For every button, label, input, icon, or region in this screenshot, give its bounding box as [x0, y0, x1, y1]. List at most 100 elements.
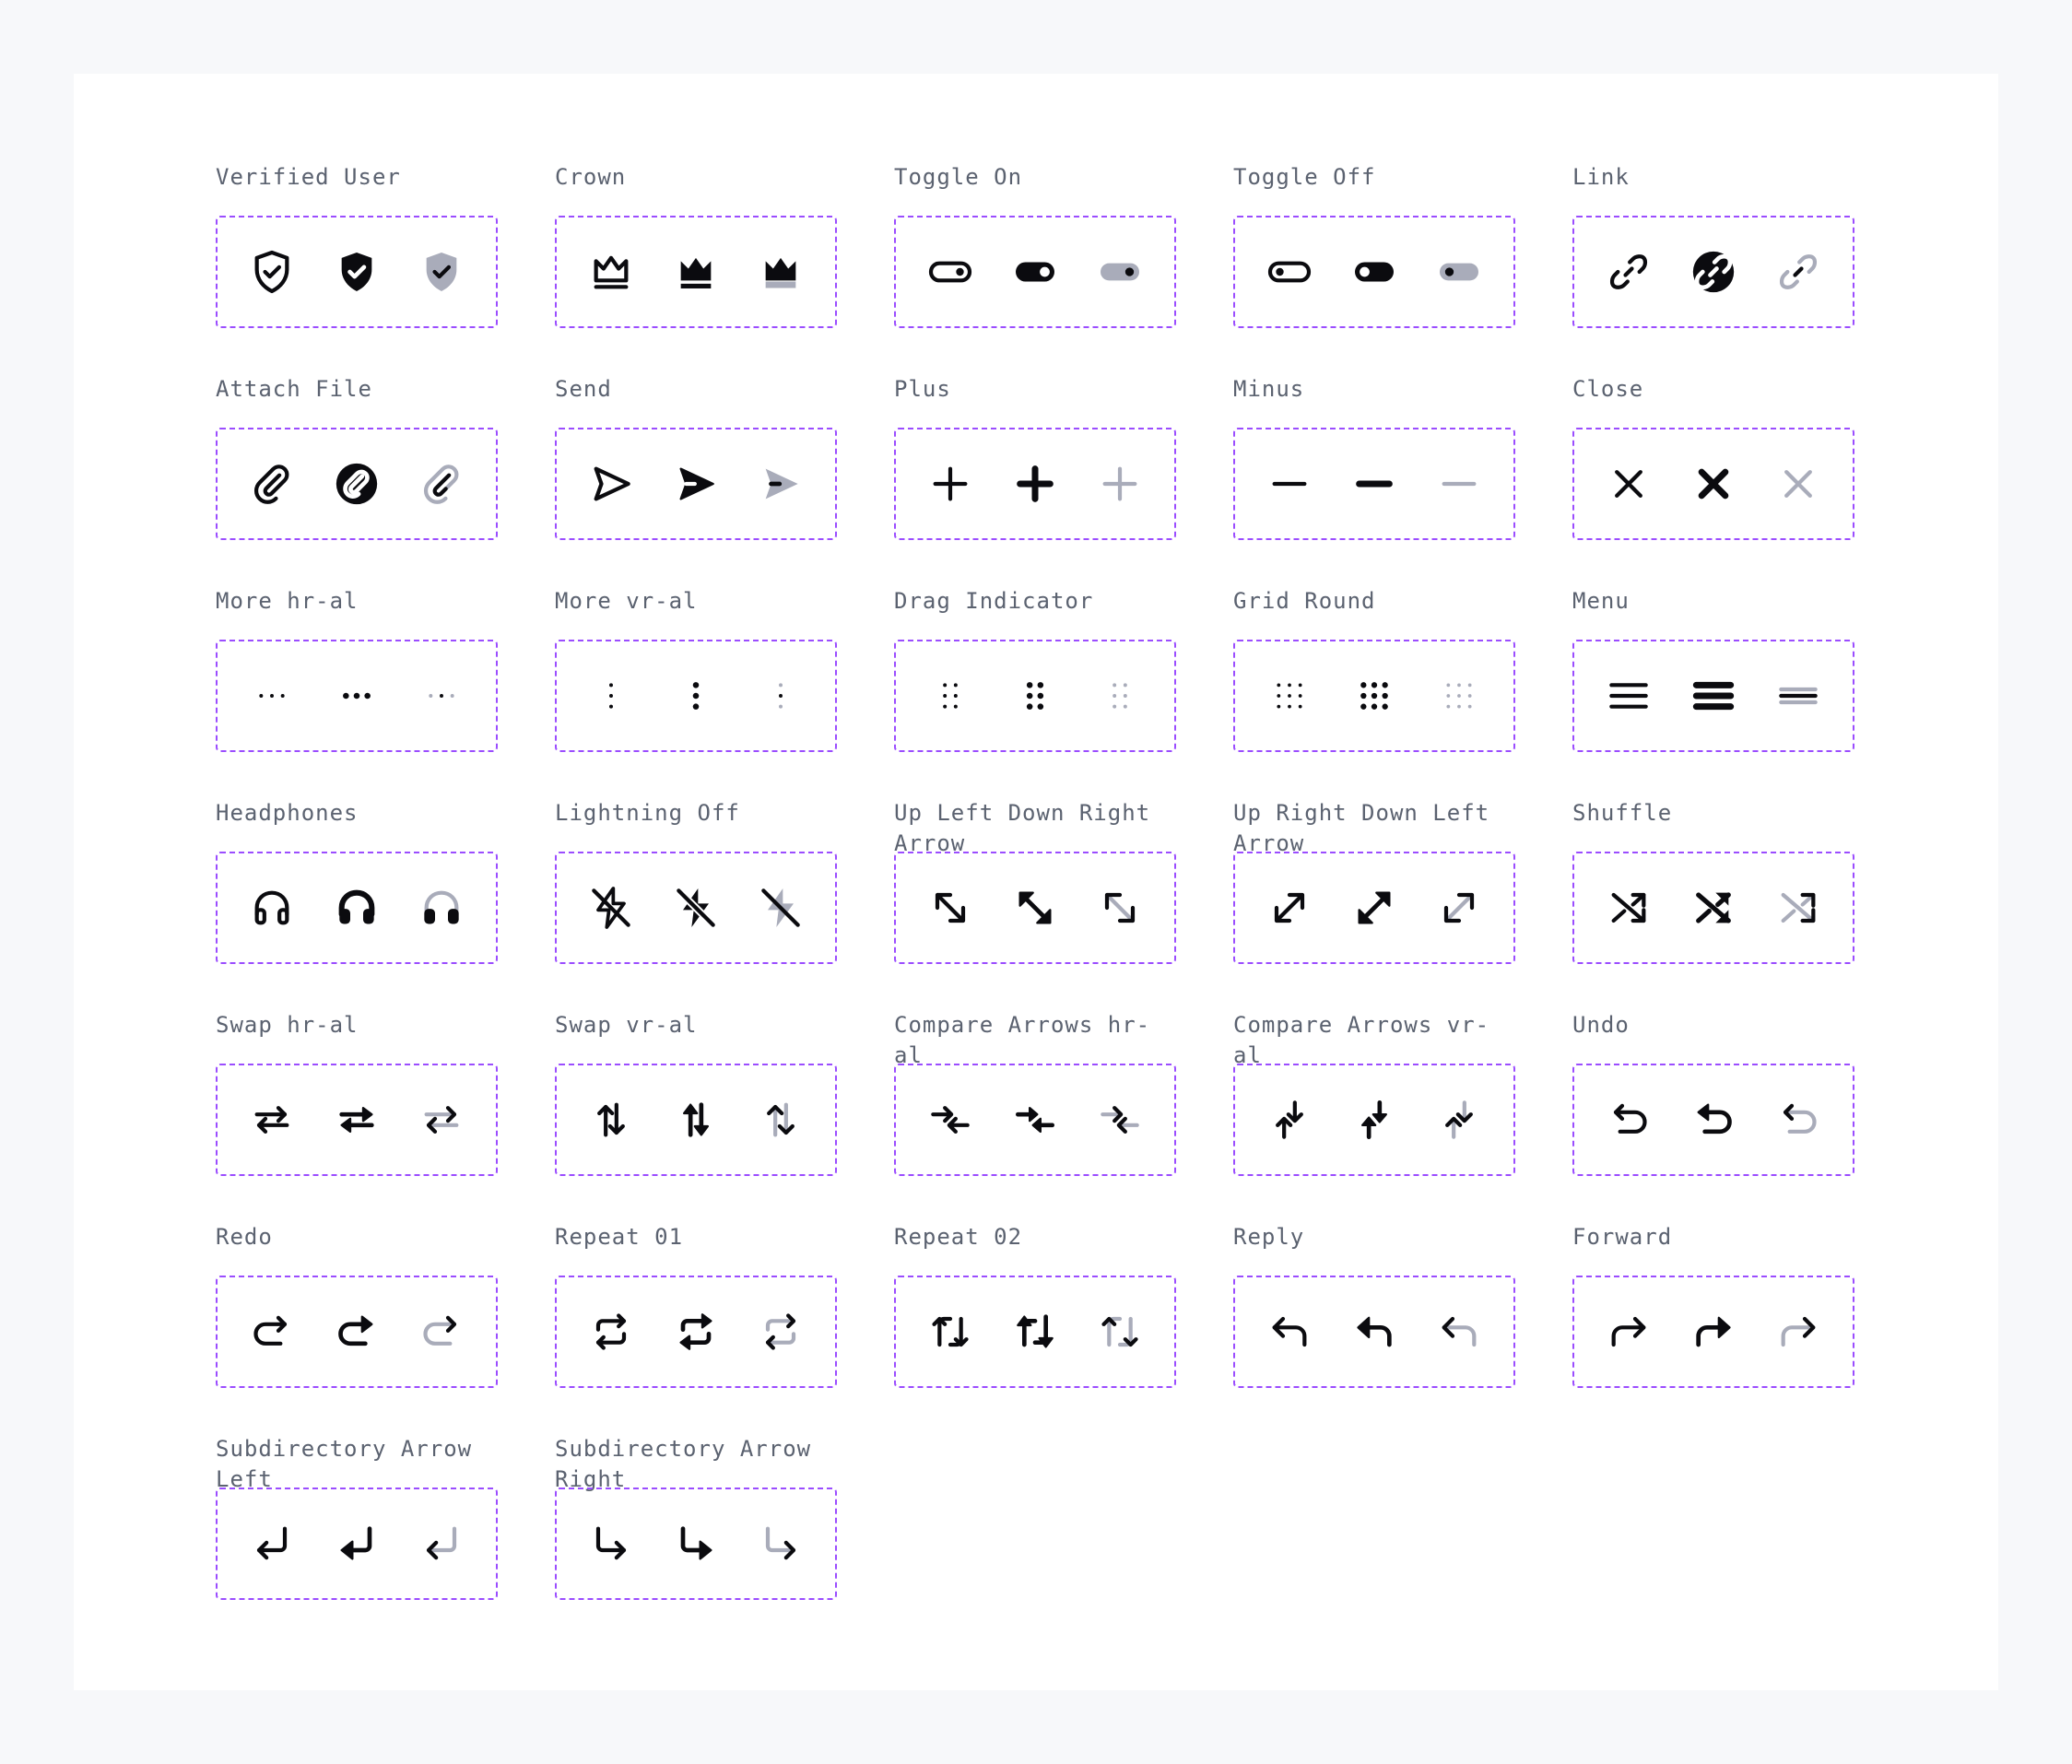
icon-cell-compare-arrows-vertical: Compare Arrows vr-al [1233, 1010, 1515, 1222]
icon-label: Headphones [216, 800, 359, 826]
toggle-on-outline-icon [924, 246, 976, 298]
icon-cell-up-left-down-right-arrow: Up Left Down Right Arrow [894, 798, 1176, 1010]
icon-cell-link: Link [1572, 162, 1854, 374]
icon-cell-more-horizontal: More hr-al [216, 586, 498, 798]
lightning-off-outline-icon [585, 882, 637, 934]
icon-variant-frame [555, 852, 837, 964]
icon-label: Toggle On [894, 164, 1023, 190]
drag-indicator-outline-icon [924, 670, 976, 722]
icon-label: Toggle Off [1233, 164, 1376, 190]
toggle-off-outline-icon [1264, 246, 1315, 298]
icon-variant-frame [555, 640, 837, 752]
icon-label: Redo [216, 1224, 273, 1250]
compare-arrows-horizontal-bold-icon [1009, 1094, 1061, 1146]
icon-label: Subdirectory Arrow Left [216, 1436, 473, 1492]
up-right-down-left-arrow-outline-icon [1264, 882, 1315, 934]
icon-variant-frame [1233, 852, 1515, 964]
headphones-duotone-icon [416, 882, 467, 934]
icon-label: Lightning Off [555, 800, 740, 826]
link-duotone-icon [1772, 246, 1824, 298]
grid-round-duotone-icon [1433, 670, 1485, 722]
repeat-01-bold-icon [670, 1306, 722, 1358]
icon-cell-repeat-01: Repeat 01 [555, 1222, 837, 1434]
more-horizontal-duotone-icon [416, 670, 467, 722]
icon-cell-swap-vertical: Swap vr-al [555, 1010, 837, 1222]
icon-grid: Verified User Crown Toggle On Toggle Off Lin… [216, 162, 1854, 1646]
crown-bold-icon [670, 246, 722, 298]
icon-label: Menu [1572, 588, 1630, 614]
send-outline-icon [585, 458, 637, 510]
icon-label: Compare Arrows vr-al [1233, 1012, 1490, 1068]
icon-variant-frame [216, 216, 498, 328]
icon-variant-frame [216, 852, 498, 964]
icon-variant-frame [1233, 216, 1515, 328]
up-right-down-left-arrow-bold-icon [1348, 882, 1400, 934]
repeat-02-outline-icon [924, 1306, 976, 1358]
drag-indicator-duotone-icon [1094, 670, 1146, 722]
icon-label: Compare Arrows hr-al [894, 1012, 1151, 1068]
icon-variant-frame [555, 1488, 837, 1600]
icon-variant-frame [894, 1064, 1176, 1176]
plus-duotone-icon [1094, 458, 1146, 510]
undo-outline-icon [1603, 1094, 1654, 1146]
swap-horizontal-bold-icon [331, 1094, 383, 1146]
icon-cell-toggle-on: Toggle On [894, 162, 1176, 374]
link-bold-icon [1688, 246, 1739, 298]
icon-label: More vr-al [555, 588, 698, 614]
undo-bold-icon [1688, 1094, 1739, 1146]
icon-cell-drag-indicator: Drag Indicator [894, 586, 1176, 798]
repeat-01-outline-icon [585, 1306, 637, 1358]
compare-arrows-vertical-bold-icon [1348, 1094, 1400, 1146]
menu-duotone-icon [1772, 670, 1824, 722]
icon-cell-verified-user: Verified User [216, 162, 498, 374]
lightning-off-bold-icon [670, 882, 722, 934]
icon-label: More hr-al [216, 588, 359, 614]
shuffle-bold-icon [1688, 882, 1739, 934]
icon-variant-frame [1572, 640, 1854, 752]
icon-variant-frame [1572, 852, 1854, 964]
icon-label: Swap hr-al [216, 1012, 359, 1038]
up-left-down-right-arrow-outline-icon [924, 882, 976, 934]
icon-label: Up Left Down Right Arrow [894, 800, 1151, 856]
icon-label: Attach File [216, 376, 372, 402]
forward-duotone-icon [1772, 1306, 1824, 1358]
icon-label: Forward [1572, 1224, 1673, 1250]
plus-bold-icon [1009, 458, 1061, 510]
icon-label: Plus [894, 376, 951, 402]
forward-outline-icon [1603, 1306, 1654, 1358]
redo-outline-icon [246, 1306, 298, 1358]
swap-horizontal-duotone-icon [416, 1094, 467, 1146]
icon-variant-frame [1572, 1276, 1854, 1388]
subdirectory-arrow-left-duotone-icon [416, 1518, 467, 1570]
icon-cell-more-vertical: More vr-al [555, 586, 837, 798]
up-left-down-right-arrow-duotone-icon [1094, 882, 1146, 934]
lightning-off-duotone-icon [755, 882, 806, 934]
icon-cell-undo: Undo [1572, 1010, 1854, 1222]
icon-cell-subdirectory-arrow-right: Subdirectory Arrow Right [555, 1434, 837, 1646]
icon-cell-menu: Menu [1572, 586, 1854, 798]
headphones-bold-icon [331, 882, 383, 934]
verified-user-outline-icon [246, 246, 298, 298]
icon-label: Close [1572, 376, 1644, 402]
redo-bold-icon [331, 1306, 383, 1358]
compare-arrows-horizontal-duotone-icon [1094, 1094, 1146, 1146]
send-bold-icon [670, 458, 722, 510]
minus-bold-icon [1348, 458, 1400, 510]
icon-label: Crown [555, 164, 627, 190]
icon-cell-reply: Reply [1233, 1222, 1515, 1434]
repeat-02-bold-icon [1009, 1306, 1061, 1358]
icon-variant-frame [894, 852, 1176, 964]
redo-duotone-icon [416, 1306, 467, 1358]
icon-variant-frame [894, 216, 1176, 328]
compare-arrows-vertical-outline-icon [1264, 1094, 1315, 1146]
menu-outline-icon [1603, 670, 1654, 722]
toggle-on-duotone-icon [1094, 246, 1146, 298]
icon-variant-frame [1233, 1064, 1515, 1176]
icon-variant-frame [216, 1488, 498, 1600]
toggle-off-duotone-icon [1433, 246, 1485, 298]
subdirectory-arrow-right-outline-icon [585, 1518, 637, 1570]
shuffle-outline-icon [1603, 882, 1654, 934]
subdirectory-arrow-left-outline-icon [246, 1518, 298, 1570]
compare-arrows-horizontal-outline-icon [924, 1094, 976, 1146]
more-vertical-outline-icon [585, 670, 637, 722]
